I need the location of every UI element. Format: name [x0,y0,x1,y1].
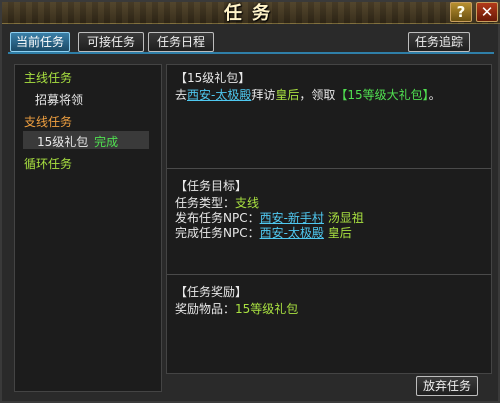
quest-reward-section: 【任务奖励】 奖励物品：15等级礼包 [167,275,491,373]
complete-npc-name: 皇后 [327,226,352,240]
reward-label: 奖励物品： [175,302,236,316]
reward-row: 奖励物品：15等级礼包 [175,300,298,317]
tab-quest-schedule[interactable]: 任务日程 [148,32,214,52]
quest-title: 【15级礼包】 [175,71,251,85]
desc-end: 。 [428,88,441,102]
quest-item-recruit[interactable]: 招募将领 [35,91,83,108]
quest-description-section: 【15级礼包】 去西安-太极殿拜访皇后，领取【15等级大礼包】。 [167,65,491,169]
desc-reward: 【15等级大礼包】 [335,88,429,102]
category-loop-quests[interactable]: 循环任务 [24,155,72,172]
tab-current-quests[interactable]: 当前任务 [10,32,70,52]
help-button[interactable]: ? [450,2,472,22]
desc-mid-1: 拜访 [251,88,276,102]
quest-detail-panel: 【15级礼包】 去西安-太极殿拜访皇后，领取【15等级大礼包】。 【任务目标】 … [166,64,492,374]
quest-track-button[interactable]: 任务追踪 [408,32,470,52]
reward-header: 【任务奖励】 [175,285,248,299]
close-button[interactable]: ✕ [476,2,498,22]
abandon-quest-button[interactable]: 放弃任务 [416,376,478,396]
complete-npc-label: 完成任务NPC： [175,226,260,240]
reward-item: 15等级礼包 [235,302,299,316]
quest-list-panel: 主线任务 招募将领 支线任务 15级礼包 完成 循环任务 [14,64,162,392]
window-title: 任务 [224,3,280,24]
desc-mid-2: ，领取 [299,88,336,102]
desc-prefix: 去 [175,88,188,102]
category-main-quests[interactable]: 主线任务 [24,69,72,86]
desc-npc: 皇后 [275,88,300,102]
publish-npc-label: 发布任务NPC： [175,211,260,225]
quest-item-level15-gift[interactable]: 15级礼包 完成 [37,133,118,150]
quest-description: 去西安-太极殿拜访皇后，领取【15等级大礼包】。 [175,86,441,103]
quest-type-value: 支线 [235,196,260,210]
tab-divider [8,52,494,54]
category-side-quests[interactable]: 支线任务 [24,113,72,130]
complete-npc-row: 完成任务NPC：西安-太极殿 皇后 [175,224,352,241]
publish-location-link[interactable]: 西安-新手村 [260,211,324,225]
title-bar[interactable]: 任务 ? ✕ [2,2,500,24]
quest-status-badge: 完成 [94,135,119,149]
goal-header: 【任务目标】 [175,179,248,193]
quest-goal-section: 【任务目标】 任务类型：支线 发布任务NPC：西安-新手村 汤显祖 完成任务NP… [167,169,491,275]
quest-type-label: 任务类型： [175,196,236,210]
tab-available-quests[interactable]: 可接任务 [78,32,144,52]
quest-window: 任务 ? ✕ 当前任务 可接任务 任务日程 任务追踪 主线任务 招募将领 支线任… [0,0,500,403]
publish-npc-name: 汤显祖 [327,211,364,225]
quest-item-label: 15级礼包 [37,135,89,149]
desc-location-link[interactable]: 西安-太极殿 [187,88,251,102]
complete-location-link[interactable]: 西安-太极殿 [260,226,324,240]
